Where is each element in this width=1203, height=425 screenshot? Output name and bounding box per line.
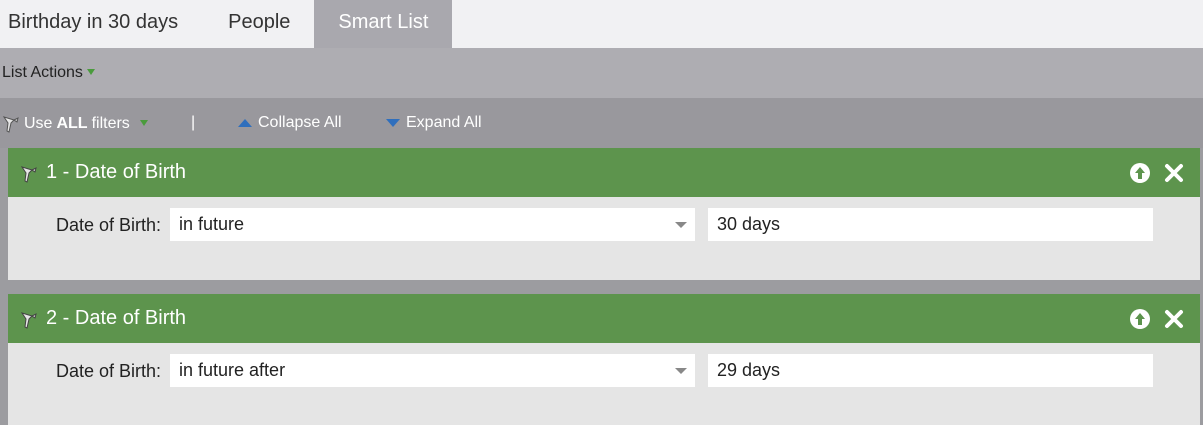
tab-birthday-in-30-days[interactable]: Birthday in 30 days <box>0 0 204 48</box>
field-label: Date of Birth: <box>56 361 162 381</box>
close-icon[interactable] <box>1163 162 1185 184</box>
use-label: Use <box>24 115 53 132</box>
filter-toolbar: Use ALL filters | Collapse All Expand Al… <box>0 98 1203 148</box>
operator-select[interactable]: in future after <box>170 354 695 387</box>
expand-icon <box>386 119 400 127</box>
caret-down-icon <box>86 69 95 75</box>
expand-all-label: Expand All <box>406 114 482 131</box>
toolbar-separator: | <box>191 114 196 131</box>
move-up-icon[interactable] <box>1129 162 1151 184</box>
value-input[interactable] <box>708 354 1153 387</box>
filter-header: 2 - Date of Birth <box>8 294 1200 343</box>
list-actions-bar: List Actions <box>0 48 1203 98</box>
tab-smart-list[interactable]: Smart List <box>314 0 453 48</box>
use-all-bold: ALL <box>56 115 88 132</box>
funnel-icon <box>2 116 19 133</box>
use-all-filters-dropdown[interactable]: Use ALL filters <box>2 114 148 134</box>
filter-body: Date of Birth: in future <box>8 197 1200 280</box>
filter-card-2: 2 - Date of Birth Date of Birth: in futu… <box>8 294 1200 425</box>
caret-down-icon <box>139 120 148 126</box>
operator-value: in future after <box>179 360 286 380</box>
operator-value: in future <box>179 214 245 234</box>
field-label: Date of Birth: <box>56 215 162 235</box>
list-actions-label: List Actions <box>2 64 83 81</box>
filter-card-1: 1 - Date of Birth Date of Birth: in futu… <box>8 148 1200 280</box>
close-icon[interactable] <box>1163 308 1185 330</box>
dropdown-arrow-icon <box>675 222 687 228</box>
filters-label: filters <box>91 115 130 132</box>
operator-select[interactable]: in future <box>170 208 695 241</box>
tab-people[interactable]: People <box>204 0 314 48</box>
collapse-all-button[interactable]: Collapse All <box>238 114 342 132</box>
funnel-icon <box>20 312 37 329</box>
filter-title: 2 - Date of Birth <box>46 307 187 329</box>
expand-all-button[interactable]: Expand All <box>386 114 482 132</box>
list-actions-menu[interactable]: List Actions <box>2 64 95 82</box>
dropdown-arrow-icon <box>675 368 687 374</box>
filter-title: 1 - Date of Birth <box>46 161 187 183</box>
filter-header: 1 - Date of Birth <box>8 148 1200 197</box>
collapse-all-label: Collapse All <box>258 114 342 131</box>
move-up-icon[interactable] <box>1129 308 1151 330</box>
tab-bar: Birthday in 30 days People Smart List <box>0 0 1203 48</box>
value-input[interactable] <box>708 208 1153 241</box>
funnel-icon <box>20 166 37 183</box>
collapse-icon <box>238 119 252 127</box>
filter-body: Date of Birth: in future after <box>8 343 1200 425</box>
